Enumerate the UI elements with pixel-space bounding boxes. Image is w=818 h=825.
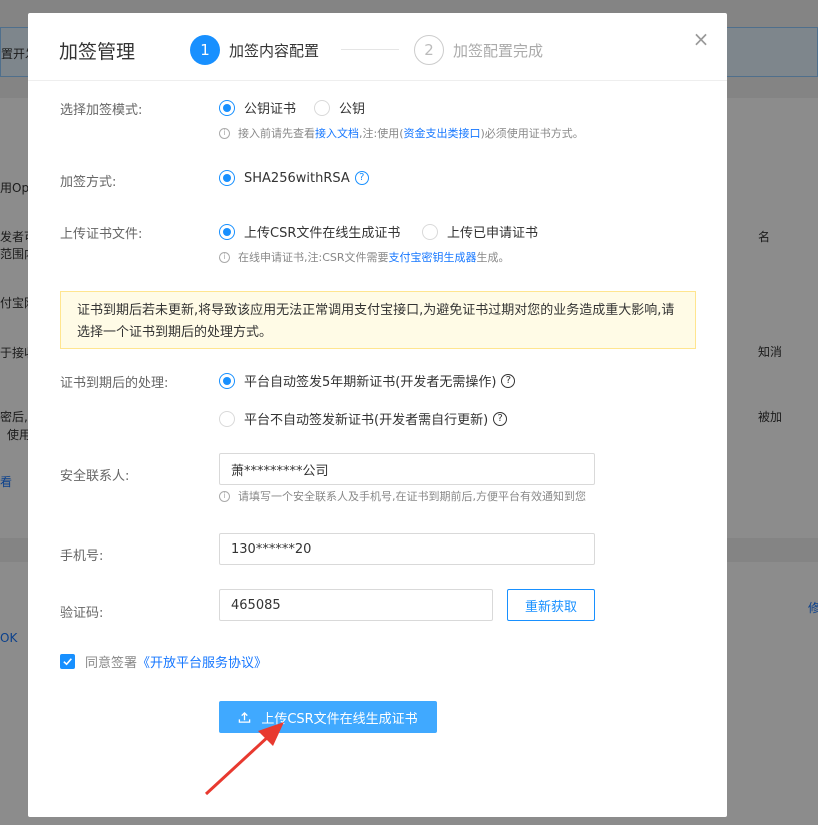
help-icon[interactable]: ? xyxy=(501,373,516,388)
mode-hint-prefix: 接入前请先查看 xyxy=(238,127,315,140)
agree-label: 同意签署 xyxy=(85,656,138,671)
radio-checked-icon xyxy=(219,223,235,240)
expiry-manual-option-label: 平台不自动签发新证书(开发者需自行更新) xyxy=(244,413,489,428)
close-icon[interactable]: × xyxy=(691,29,711,49)
mode-label: 选择加签模式: xyxy=(60,103,143,118)
upload-cert-hint-suffix: 生成。 xyxy=(476,251,510,264)
agree-text: 同意签署《开放平台服务协议》 xyxy=(85,652,267,671)
upload-csr-generate-button[interactable]: 上传CSR文件在线生成证书 xyxy=(219,701,437,733)
sign-method-label: 加签方式: xyxy=(60,175,117,190)
sign-method-option[interactable]: SHA256withRSA ? xyxy=(219,170,369,186)
expiry-auto-option[interactable]: 平台自动签发5年期新证书(开发者无需操作) ? xyxy=(219,371,516,390)
upload-icon xyxy=(239,711,251,723)
contact-label: 安全联系人: xyxy=(60,469,130,484)
radio-unchecked-icon xyxy=(422,223,438,240)
mode-hint: i 接入前请先查看 接入文档 ,注:使用( 资金支出类接口 )必须使用证书方式。 xyxy=(219,125,584,141)
step-2-number: 2 xyxy=(414,35,444,65)
mode-hint-suffix: )必须使用证书方式。 xyxy=(480,127,584,140)
expiry-warning-box: 证书到期后若未更新,将导致该应用无法正常调用支付宝接口,为避免证书过期对您的业务… xyxy=(60,291,696,349)
mode-hint-mid: ,注:使用( xyxy=(359,127,404,140)
upload-csr-generate-label: 上传CSR文件在线生成证书 xyxy=(261,711,418,727)
radio-checked-icon xyxy=(219,99,235,116)
modal-title: 加签管理 xyxy=(59,41,136,63)
step-1-label: 加签内容配置 xyxy=(229,41,320,60)
code-label: 验证码: xyxy=(60,606,104,621)
expiry-auto-option-label: 平台自动签发5年期新证书(开发者无需操作) xyxy=(244,375,497,390)
radio-unchecked-icon xyxy=(219,410,235,427)
step-1-number: 1 xyxy=(190,35,220,65)
step-2-label: 加签配置完成 xyxy=(453,41,544,60)
modal-header: 加签管理 1 加签内容配置 2 加签配置完成 × xyxy=(28,13,727,81)
info-icon: i xyxy=(219,490,230,502)
step-2: 2 加签配置完成 xyxy=(414,35,543,65)
check-icon xyxy=(63,658,72,666)
agree-checkbox[interactable] xyxy=(60,654,75,669)
verification-code-input[interactable]: 465085 xyxy=(219,589,493,621)
expiry-label: 证书到期后的处理: xyxy=(60,376,169,391)
radio-unchecked-icon xyxy=(314,99,330,116)
help-icon[interactable]: ? xyxy=(493,411,508,426)
service-agreement-link[interactable]: 《开放平台服务协议》 xyxy=(137,656,267,671)
upload-existing-cert-option-label: 上传已申请证书 xyxy=(447,226,539,241)
key-generator-link[interactable]: 支付宝密钥生成器 xyxy=(389,249,477,265)
mode-option-cert-label: 公钥证书 xyxy=(244,102,297,117)
sign-method-option-label: SHA256withRSA xyxy=(244,170,350,186)
radio-checked-icon xyxy=(219,170,235,186)
sign-management-modal: 加签管理 1 加签内容配置 2 加签配置完成 × 选择加签模式: 公钥证书 公钥… xyxy=(28,13,727,817)
contact-hint: i 请填写一个安全联系人及手机号,在证书到期前后,方便平台有效通知到您 xyxy=(219,488,586,504)
contact-input[interactable]: 萧*********公司 xyxy=(219,453,595,485)
fund-interface-link[interactable]: 资金支出类接口 xyxy=(404,125,481,141)
mode-option-key-label: 公钥 xyxy=(339,102,366,117)
upload-existing-cert-option[interactable]: 上传已申请证书 xyxy=(422,222,538,241)
refetch-code-button[interactable]: 重新获取 xyxy=(507,589,595,621)
phone-input[interactable]: 130******20 xyxy=(219,533,595,565)
help-icon[interactable]: ? xyxy=(354,171,369,185)
upload-cert-hint-prefix: 在线申请证书,注:CSR文件需要 xyxy=(238,251,389,264)
contact-hint-text: 请填写一个安全联系人及手机号,在证书到期前后,方便平台有效通知到您 xyxy=(238,490,586,503)
step-connector xyxy=(341,49,399,50)
radio-checked-icon xyxy=(219,372,235,389)
mode-option-key[interactable]: 公钥 xyxy=(314,98,365,117)
upload-cert-hint: i 在线申请证书,注:CSR文件需要 支付宝密钥生成器 生成。 xyxy=(219,249,510,265)
step-1: 1 加签内容配置 xyxy=(190,35,319,65)
upload-csr-option-label: 上传CSR文件在线生成证书 xyxy=(244,226,401,241)
info-icon: i xyxy=(219,251,230,263)
expiry-manual-option[interactable]: 平台不自动签发新证书(开发者需自行更新) ? xyxy=(219,409,508,428)
mode-option-cert[interactable]: 公钥证书 xyxy=(219,98,296,117)
upload-cert-label: 上传证书文件: xyxy=(60,227,143,242)
access-docs-link[interactable]: 接入文档 xyxy=(315,125,359,141)
phone-label: 手机号: xyxy=(60,549,104,564)
info-icon: i xyxy=(219,127,230,139)
upload-csr-option[interactable]: 上传CSR文件在线生成证书 xyxy=(219,222,400,241)
